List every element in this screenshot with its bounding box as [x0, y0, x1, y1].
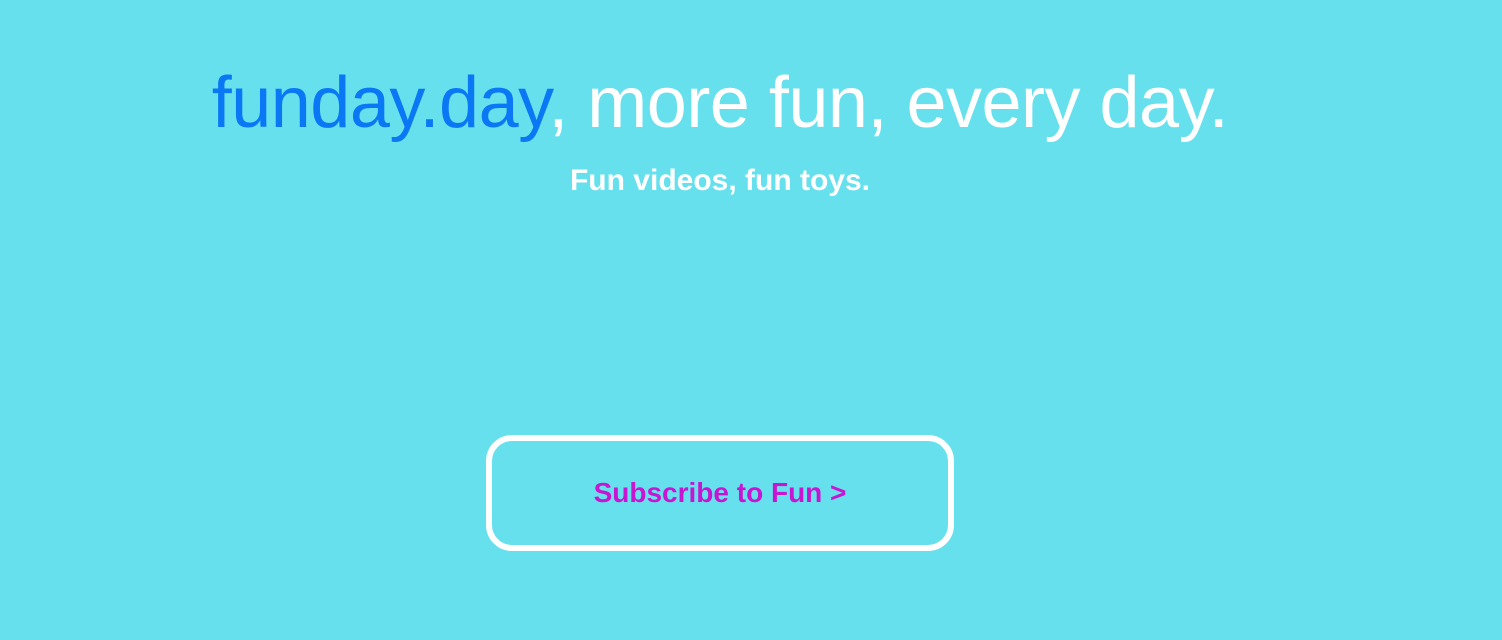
headline-text: , more fun, every day.: [548, 63, 1229, 143]
hero-section: funday.day, more fun, every day. Fun vid…: [0, 0, 1440, 640]
subscribe-button-label: Subscribe to Fun >: [593, 477, 847, 508]
tagline: Fun videos, fun toys.: [569, 164, 870, 197]
brand-name: funday.day: [211, 63, 549, 143]
page-title: funday.day, more fun, every day.: [0, 58, 1440, 148]
subscribe-button[interactable]: Subscribe to Fun >: [486, 435, 954, 551]
